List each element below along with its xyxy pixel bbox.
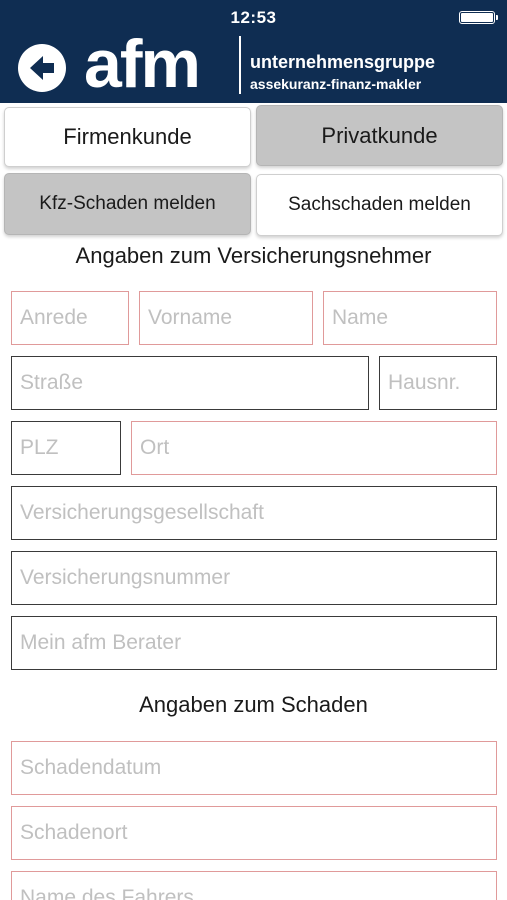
strasse-field[interactable] (11, 356, 369, 410)
battery-icon (459, 11, 498, 24)
hausnr-field[interactable] (379, 356, 497, 410)
section-title-policyholder: Angaben zum Versicherungsnehmer (75, 243, 432, 268)
schadenort-field[interactable] (11, 806, 497, 860)
section-title-damage: Angaben zum Schaden (139, 692, 368, 717)
plz-field[interactable] (11, 421, 121, 475)
app-header: 12:53 afm unternehmensgruppe assekuranz-… (0, 0, 507, 103)
name-field[interactable] (323, 291, 497, 345)
status-bar-time: 12:53 (230, 8, 277, 27)
back-button[interactable] (18, 44, 66, 92)
schadendatum-field[interactable] (11, 741, 497, 795)
anrede-field[interactable] (11, 291, 129, 345)
ort-field[interactable] (131, 421, 497, 475)
sachschaden-button[interactable]: Sachschaden melden (256, 174, 503, 236)
versicherungsnummer-field[interactable] (11, 551, 497, 605)
logo-subtitle-1: unternehmensgruppe (250, 52, 436, 72)
back-arrow-icon (30, 56, 54, 80)
versicherungsgesellschaft-field[interactable] (11, 486, 497, 540)
afm-logo: afm (84, 26, 201, 102)
fahrer-field[interactable] (11, 871, 497, 900)
berater-field[interactable] (11, 616, 497, 670)
kfz-schaden-button[interactable]: Kfz-Schaden melden (4, 173, 251, 235)
vorname-field[interactable] (139, 291, 313, 345)
privatkunde-button[interactable]: Privatkunde (256, 105, 503, 166)
logo-divider (239, 36, 241, 94)
firmenkunde-button[interactable]: Firmenkunde (4, 107, 251, 167)
logo-subtitle-2: assekuranz-finanz-makler (250, 76, 422, 92)
